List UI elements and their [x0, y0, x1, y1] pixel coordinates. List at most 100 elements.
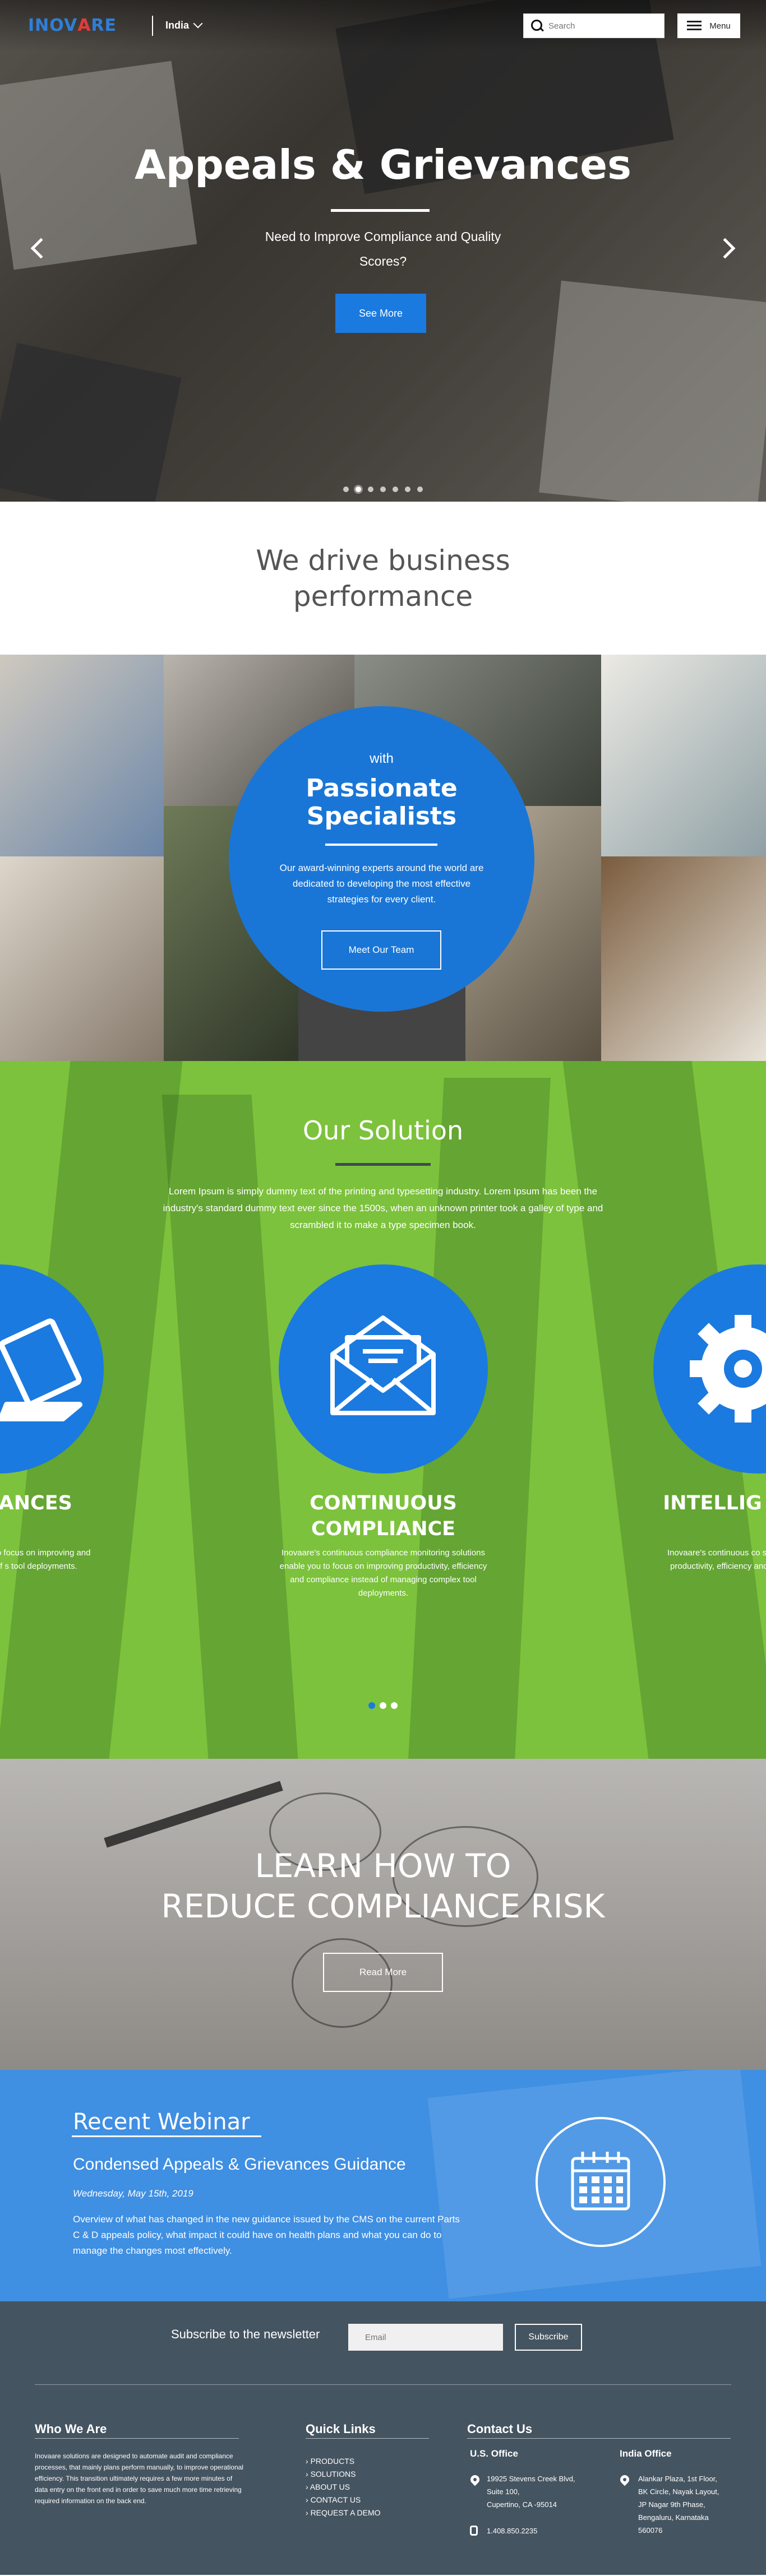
solution-card-1-text: compliance monitoring to focus on improv… [0, 1548, 91, 1571]
envelope-icon [330, 1315, 436, 1415]
subscribe-button[interactable]: Subscribe [515, 2324, 582, 2351]
solution-card-1-title: ALS & ANCES [0, 1492, 72, 1514]
webinar-title[interactable]: Condensed Appeals & Grievances Guidance [73, 2155, 406, 2174]
india-address-line: Alankar Plaza, 1st Floor, [638, 2475, 717, 2483]
solution-card-3-circle[interactable] [653, 1264, 766, 1474]
solution-section: Our Solution Lorem Ipsum is simply dummy… [0, 1061, 766, 1759]
solution-heading: Our Solution [302, 1115, 464, 1146]
specialists-text: Our award-winning experts around the wor… [279, 863, 484, 905]
quick-links-underline [306, 2438, 429, 2439]
quick-links-list: PRODUCTS SOLUTIONS ABOUT US CONTACT US R… [306, 2455, 381, 2519]
team-collage: with Passionate Specialists Our award-wi… [0, 655, 766, 1061]
specialists-prefix: with [370, 751, 394, 766]
webinar-section: Recent Webinar Condensed Appeals & Griev… [0, 2070, 766, 2301]
search-input[interactable] [548, 21, 661, 31]
sketch-pen [104, 1781, 283, 1848]
us-address-line: Cupertino, CA -95014 [487, 2500, 557, 2509]
location-pin-icon [618, 2473, 631, 2486]
calendar-badge [536, 2117, 666, 2247]
read-more-button[interactable]: Read More [323, 1953, 443, 1992]
webinar-label-underline [72, 2135, 261, 2137]
menu-button[interactable]: Menu [677, 13, 740, 38]
chevron-down-icon [193, 18, 203, 29]
country-label: India [165, 20, 190, 31]
site-footer: Subscribe to the newsletter Subscribe Wh… [0, 2301, 766, 2575]
us-office-address: 19925 Stevens Creek Blvd, Suite 100, Cup… [487, 2472, 575, 2511]
location-pin-icon [468, 2473, 482, 2486]
carousel-dot[interactable] [368, 1702, 375, 1709]
carousel-dot[interactable] [380, 1702, 386, 1709]
india-office-address: Alankar Plaza, 1st Floor, BK Circle, Nay… [638, 2472, 719, 2537]
who-we-are-underline [35, 2438, 239, 2439]
webinar-date: Wednesday, May 15th, 2019 [73, 2188, 193, 2199]
see-more-button[interactable]: See More [335, 294, 426, 333]
gear-icon [690, 1315, 766, 1423]
slider-dot[interactable] [356, 487, 361, 492]
solution-card-1-circle[interactable] [0, 1264, 104, 1474]
quick-links-heading: Quick Links [306, 2422, 376, 2436]
footer-divider [35, 2384, 731, 2385]
us-address-line: 19925 Stevens Creek Blvd, [487, 2475, 575, 2483]
solution-intro: Lorem Ipsum is simply dummy text of the … [163, 1186, 603, 1230]
learn-heading-line-2: REDUCE COMPLIANCE RISK [161, 1887, 605, 1925]
us-office-heading: U.S. Office [470, 2448, 518, 2459]
top-navigation: INOVARE India Menu [0, 0, 766, 52]
india-address-line: JP Nagar 9th Phase, [638, 2500, 705, 2509]
slider-dot[interactable] [417, 487, 423, 492]
slider-dot[interactable] [368, 487, 373, 492]
hamburger-icon [687, 21, 702, 31]
slider-dot[interactable] [343, 487, 349, 492]
search-icon[interactable] [524, 13, 548, 38]
slider-dot[interactable] [380, 487, 386, 492]
slider-dot[interactable] [393, 487, 398, 492]
specialists-underline [325, 844, 437, 846]
india-office-heading: India Office [620, 2448, 672, 2459]
solution-card-3-title: INTELLIG PLATFO [663, 1492, 766, 1514]
intro-section: We drive business performance [0, 502, 766, 655]
meet-our-team-button[interactable]: Meet Our Team [321, 930, 441, 970]
india-address-line: BK Circle, Nayak Layout, [638, 2487, 719, 2496]
who-we-are-text: Inovaare solutions are designed to autom… [35, 2452, 243, 2505]
webinar-label: Recent Webinar [73, 2109, 250, 2135]
collage-photo-8 [601, 856, 766, 1061]
us-office-phone[interactable]: 1.408.850.2235 [487, 2524, 537, 2537]
who-we-are-heading: Who We Are [35, 2422, 107, 2436]
webinar-description: Overview of what has changed in the new … [73, 2214, 460, 2256]
specialists-title: Passionate Specialists [306, 774, 458, 831]
collage-photo-1 [0, 655, 164, 856]
carousel-dot[interactable] [391, 1702, 398, 1709]
laptop-icon [0, 1318, 82, 1421]
hero-title: Appeals & Grievances [135, 141, 631, 188]
quick-link-products[interactable]: PRODUCTS [306, 2455, 381, 2468]
solution-card-3-text: Inovaare's continuous co solutions enabl… [667, 1548, 766, 1571]
hero-title-underline [331, 209, 430, 212]
solution-carousel-dots [0, 1702, 766, 1709]
solution-card-2-circle[interactable] [279, 1264, 488, 1474]
solution-underline [335, 1163, 431, 1166]
learn-heading: LEARN HOW TO REDUCE COMPLIANCE RISK [0, 1846, 766, 1926]
menu-label: Menu [709, 21, 731, 31]
intro-heading: We drive business performance [256, 544, 510, 613]
brand-logo[interactable]: INOVARE [28, 16, 117, 35]
collage-photo-2 [0, 856, 164, 1061]
hero-subtitle: Need to Improve Compliance and Quality S… [265, 229, 501, 268]
newsletter-email-input[interactable] [348, 2324, 503, 2351]
solution-card-2-title: CONTINUOUS COMPLIANCE [310, 1492, 457, 1540]
country-selector[interactable]: India [165, 18, 203, 31]
phone-icon [470, 2526, 478, 2536]
solution-card-2-text: Inovaare's continuous compliance monitor… [279, 1548, 487, 1598]
quick-link-contact-us[interactable]: CONTACT US [306, 2494, 381, 2506]
hero-slider: INOVARE India Menu Appeals & Grievances … [0, 0, 766, 502]
learn-banner: LEARN HOW TO REDUCE COMPLIANCE RISK Read … [0, 1759, 766, 2070]
collage-photo-7 [601, 655, 766, 856]
newsletter-label: Subscribe to the newsletter [171, 2327, 320, 2341]
quick-link-request-demo[interactable]: REQUEST A DEMO [306, 2506, 381, 2519]
specialists-circle: with Passionate Specialists Our award-wi… [229, 706, 534, 1012]
us-address-line: Suite 100, [487, 2487, 520, 2496]
quick-link-solutions[interactable]: SOLUTIONS [306, 2468, 381, 2481]
slider-dot[interactable] [405, 487, 410, 492]
contact-us-underline [467, 2438, 731, 2439]
india-address-line: Bengaluru, Karnataka [638, 2513, 709, 2522]
contact-us-heading: Contact Us [467, 2422, 533, 2436]
quick-link-about-us[interactable]: ABOUT US [306, 2481, 381, 2494]
